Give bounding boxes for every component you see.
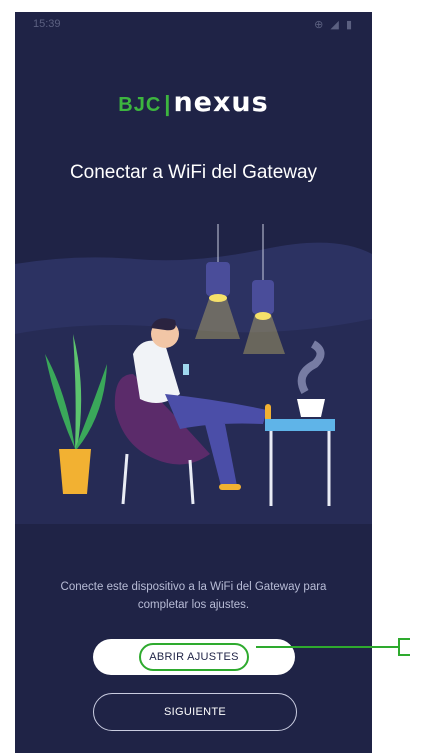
logo-bjc: BJC: [118, 94, 162, 116]
instructions-text: Conecte este dispositivo a la WiFi del G…: [60, 581, 327, 611]
open-settings-button[interactable]: ABRIR AJUSTES: [93, 639, 295, 675]
brand-logo: BJC | nexus: [15, 87, 372, 118]
next-button[interactable]: SIGUIENTE: [93, 693, 297, 731]
open-settings-label: ABRIR AJUSTES: [139, 643, 249, 671]
page-title: Conectar a WiFi del Gateway: [69, 162, 318, 183]
phone-screen: 15:39 ⊕ ◢ ▮ BJC | nexus Conectar a WiFi de…: [15, 12, 372, 753]
status-icons: ⊕ ◢ ▮: [314, 19, 354, 31]
logo-separator: |: [164, 91, 171, 116]
annotation-line: [256, 646, 398, 648]
status-time: 15:39: [33, 18, 61, 30]
status-bar: 15:39 ⊕ ◢ ▮: [15, 12, 372, 34]
annotation-bracket: [398, 638, 410, 656]
logo-nexus: nexus: [173, 87, 269, 118]
person-relaxing-illustration: [15, 224, 372, 524]
